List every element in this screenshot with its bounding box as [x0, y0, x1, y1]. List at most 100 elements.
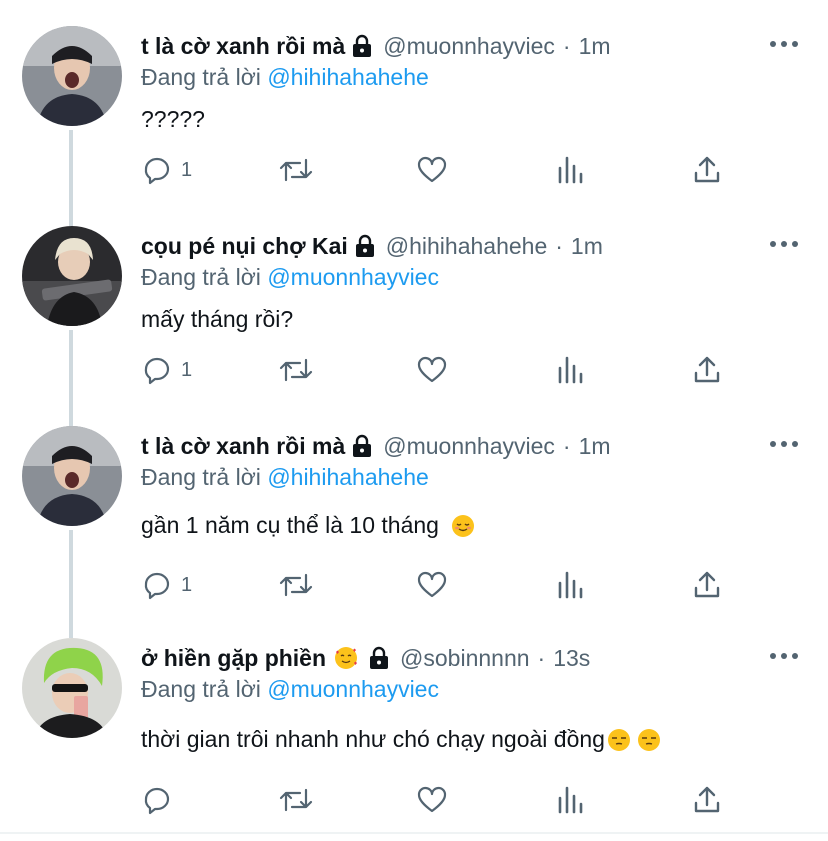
tweet-actions: 1	[0, 150, 828, 190]
relieved-face-emoji	[451, 514, 474, 537]
display-name[interactable]: ở hiền gặp phiền	[141, 645, 326, 672]
analytics-icon	[558, 571, 583, 599]
tweet[interactable]: ở hiền gặp phiền @sobinnnnn · 13s Đang t…	[0, 612, 828, 832]
retweet-icon	[279, 358, 313, 382]
like-icon	[417, 571, 447, 598]
replying-to-link[interactable]: @hihihahahehe	[267, 464, 428, 490]
tweet[interactable]: cọu pé nụi chợ Kai @hihihahahehe · 1m Đa…	[0, 200, 828, 400]
smiling-face-with-hearts-emoji	[335, 647, 358, 669]
replying-to-link[interactable]: @hihihahahehe	[267, 64, 428, 90]
share-button[interactable]	[691, 350, 723, 390]
timestamp[interactable]: 13s	[553, 645, 590, 672]
tweet-header: ở hiền gặp phiền @sobinnnnn · 13s	[141, 642, 590, 674]
divider	[0, 832, 828, 834]
lock-icon	[354, 234, 376, 258]
replying-to-label: Đang trả lời	[141, 264, 261, 290]
more-icon[interactable]	[770, 646, 798, 666]
like-icon	[417, 356, 447, 383]
analytics-icon	[558, 156, 583, 184]
like-button[interactable]	[416, 780, 448, 820]
separator-dot: ·	[562, 32, 571, 59]
analytics-button[interactable]	[555, 350, 587, 390]
tweet-text: thời gian trôi nhanh như chó chạy ngoài …	[141, 726, 605, 752]
lock-icon	[351, 434, 373, 458]
reply-count: 1	[181, 158, 193, 181]
analytics-icon	[558, 356, 583, 384]
user-handle[interactable]: @muonnhayviec	[383, 33, 555, 60]
retweet-icon	[279, 158, 313, 182]
analytics-button[interactable]	[555, 150, 587, 190]
separator-dot: ·	[537, 644, 546, 671]
user-handle[interactable]: @hihihahahehe	[386, 233, 547, 260]
display-name[interactable]: t là cờ xanh rồi mà	[141, 33, 345, 60]
tweet-actions: 1	[0, 565, 828, 605]
tweet[interactable]: t là cờ xanh rồi mà @muonnhayviec · 1m Đ…	[0, 0, 828, 200]
reply-button[interactable]: 1	[141, 565, 192, 605]
tweet-header: t là cờ xanh rồi mà @muonnhayviec · 1m	[141, 430, 611, 462]
retweet-icon	[279, 788, 313, 812]
timestamp[interactable]: 1m	[571, 233, 603, 260]
user-handle[interactable]: @muonnhayviec	[383, 433, 555, 460]
separator-dot: ·	[562, 432, 571, 459]
share-icon	[694, 356, 720, 383]
tweet-text-row: thời gian trôi nhanh như chó chạy ngoài …	[141, 726, 661, 753]
display-name[interactable]: t là cờ xanh rồi mà	[141, 433, 345, 460]
reply-icon	[144, 357, 170, 385]
avatar[interactable]	[22, 26, 122, 126]
avatar-photo-boy	[22, 26, 122, 126]
replying-to-label: Đang trả lời	[141, 676, 261, 702]
retweet-button[interactable]	[278, 350, 314, 390]
lock-icon	[368, 646, 390, 670]
like-button[interactable]	[416, 150, 448, 190]
tweet[interactable]: t là cờ xanh rồi mà @muonnhayviec · 1m Đ…	[0, 400, 828, 610]
share-button[interactable]	[691, 780, 723, 820]
share-button[interactable]	[691, 150, 723, 190]
replying-to-label: Đang trả lời	[141, 464, 261, 490]
retweet-button[interactable]	[278, 565, 314, 605]
retweet-button[interactable]	[278, 150, 314, 190]
timestamp[interactable]: 1m	[579, 433, 611, 460]
like-icon	[417, 786, 447, 813]
replying-to: Đang trả lời @muonnhayviec	[141, 676, 439, 703]
like-button[interactable]	[416, 350, 448, 390]
reply-button[interactable]: 1	[141, 150, 192, 190]
reply-button[interactable]	[141, 780, 181, 820]
tweet-header: t là cờ xanh rồi mà @muonnhayviec · 1m	[141, 30, 611, 62]
avatar-photo-boy	[22, 426, 122, 526]
replying-to-label: Đang trả lời	[141, 64, 261, 90]
replying-to: Đang trả lời @hihihahahehe	[141, 64, 429, 91]
avatar[interactable]	[22, 426, 122, 526]
like-icon	[417, 156, 447, 183]
unamused-face-emoji	[637, 728, 660, 751]
avatar-photo-greenhat	[22, 638, 122, 738]
reply-button[interactable]: 1	[141, 350, 192, 390]
tweet-actions	[0, 780, 828, 820]
like-button[interactable]	[416, 565, 448, 605]
unamused-face-emoji	[607, 728, 630, 751]
share-icon	[694, 786, 720, 813]
retweet-button[interactable]	[278, 780, 314, 820]
analytics-icon	[558, 786, 583, 814]
reply-icon	[144, 572, 170, 600]
share-button[interactable]	[691, 565, 723, 605]
timestamp[interactable]: 1m	[579, 33, 611, 60]
share-icon	[694, 571, 720, 598]
replying-to: Đang trả lời @hihihahahehe	[141, 464, 429, 491]
avatar[interactable]	[22, 226, 122, 326]
replying-to-link[interactable]: @muonnhayviec	[267, 264, 439, 290]
reply-count: 1	[181, 358, 193, 381]
more-icon[interactable]	[770, 34, 798, 54]
avatar[interactable]	[22, 638, 122, 738]
replying-to-link[interactable]: @muonnhayviec	[267, 676, 439, 702]
separator-dot: ·	[555, 232, 563, 259]
user-handle[interactable]: @sobinnnnn	[400, 645, 530, 672]
avatar-photo-blond	[22, 226, 122, 326]
share-icon	[694, 156, 720, 183]
retweet-icon	[279, 573, 313, 597]
analytics-button[interactable]	[555, 565, 587, 605]
display-name[interactable]: cọu pé nụi chợ Kai	[141, 233, 348, 260]
more-icon[interactable]	[770, 434, 798, 454]
analytics-button[interactable]	[555, 780, 587, 820]
more-icon[interactable]	[770, 234, 798, 254]
replying-to: Đang trả lời @muonnhayviec	[141, 264, 439, 291]
